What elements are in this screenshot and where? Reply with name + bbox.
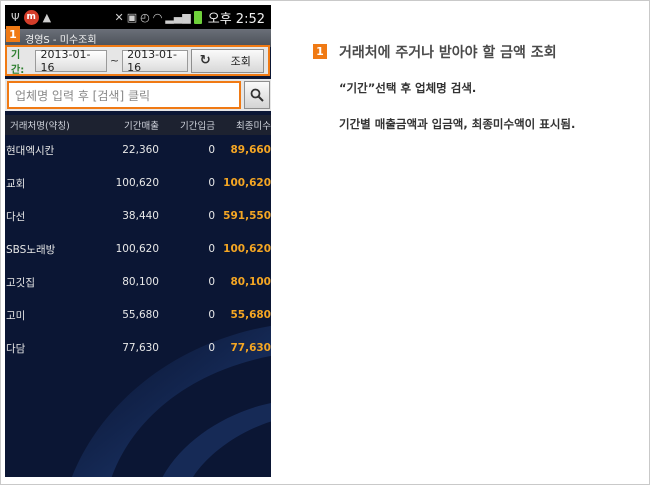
company-name: 다선 [6,210,26,223]
outstanding-amount: 80,100 [230,276,271,288]
result-list: 현대엑시칸 22,360 0 89,660 교회 100,620 0 100,6… [5,135,271,363]
header-sales: 기간매출 [124,121,159,132]
outstanding-amount: 77,630 [230,342,271,354]
company-search-input[interactable]: 업체명 입력 후 [검색] 클릭 [7,81,241,109]
description-line: “기간”선택 후 업체명 검색. [339,81,477,95]
sales-amount: 80,100 [122,276,159,288]
header-deposit: 기간입금 [180,121,215,132]
description-title: 거래처에 주거나 받아야 할 금액 조회 [339,45,557,61]
company-name: 교회 [6,177,26,190]
company-name: SBS노래방 [6,243,56,256]
outstanding-amount: 100,620 [223,177,271,189]
end-date-field[interactable]: 2013-01-16 [122,48,188,74]
deposit-amount: 0 [208,177,215,189]
deposit-amount: 0 [208,243,215,255]
sales-amount: 100,620 [115,177,159,189]
header-outstanding: 최종미수 [236,121,271,132]
alarm-icon: ◴ [140,10,150,24]
refresh-icon: ↻ [199,53,211,68]
table-row[interactable]: 교회 100,620 0 100,620 [5,168,271,198]
deposit-amount: 0 [208,342,215,354]
period-label: 기간: [11,49,25,76]
clock: 오후 2:52 [207,11,265,27]
deposit-amount: 0 [208,309,215,321]
table-row[interactable]: 고깃집 80,100 0 80,100 [5,267,271,297]
signal-icon: ▂▄▆ [165,10,191,24]
sales-amount: 38,440 [122,210,159,222]
table-row[interactable]: SBS노래방 100,620 0 100,620 [5,234,271,264]
outstanding-amount: 89,660 [230,144,271,156]
outstanding-amount: 100,620 [223,243,271,255]
company-name: 현대엑시칸 [6,144,55,157]
company-name: 고깃집 [6,276,35,289]
outstanding-amount: 591,550 [223,210,271,222]
step-badge: 1 [6,26,20,42]
description-line: 기간별 매출금액과 입금액, 최종미수액이 표시됨. [339,117,576,131]
search-icon [250,88,264,102]
sales-amount: 100,620 [115,243,159,255]
company-name: 고미 [6,309,26,322]
table-row[interactable]: 다담 77,630 0 77,630 [5,333,271,363]
deposit-amount: 0 [208,144,215,156]
m-app-icon: m [23,9,39,25]
query-button[interactable]: ↻ 조회 [190,48,264,73]
search-button[interactable] [244,81,270,109]
usb-icon: Ψ [11,10,20,24]
table-row[interactable]: 고미 55,680 0 55,680 [5,300,271,330]
company-name: 다담 [6,342,26,355]
start-date-field[interactable]: 2013-01-16 [35,48,107,74]
deposit-amount: 0 [208,276,215,288]
wifi-icon: ◠ [152,10,163,24]
header-company: 거래처명(약칭) [10,121,70,132]
sales-amount: 22,360 [122,144,159,156]
mute-icon: ✕ [114,10,124,24]
app-title: 경영S - 미수조회 [25,34,97,46]
table-row[interactable]: 다선 38,440 0 591,550 [5,201,271,231]
table-header: 거래처명(약칭) 기간매출 기간입금 최종미수 [5,115,271,135]
outstanding-amount: 55,680 [230,309,271,321]
query-button-label: 조회 [230,54,251,68]
search-row: 업체명 입력 후 [검색] 클릭 [5,79,271,111]
sales-amount: 55,680 [122,309,159,321]
table-row[interactable]: 현대엑시칸 22,360 0 89,660 [5,135,271,165]
battery-icon [193,10,202,24]
deposit-amount: 0 [208,210,215,222]
android-icon: ▲ [42,10,52,24]
status-bar: Ψ m ▲ ✕ ▣ ◴ ◠ ▂▄▆ 오후 2:52 [5,5,271,29]
nfc-icon: ▣ [126,10,138,24]
sales-amount: 77,630 [122,342,159,354]
period-filter: 기간: 2013-01-16 ~ 2013-01-16 ↻ 조회 [5,45,270,76]
date-separator: ~ [109,54,120,67]
step-badge: 1 [313,44,327,59]
